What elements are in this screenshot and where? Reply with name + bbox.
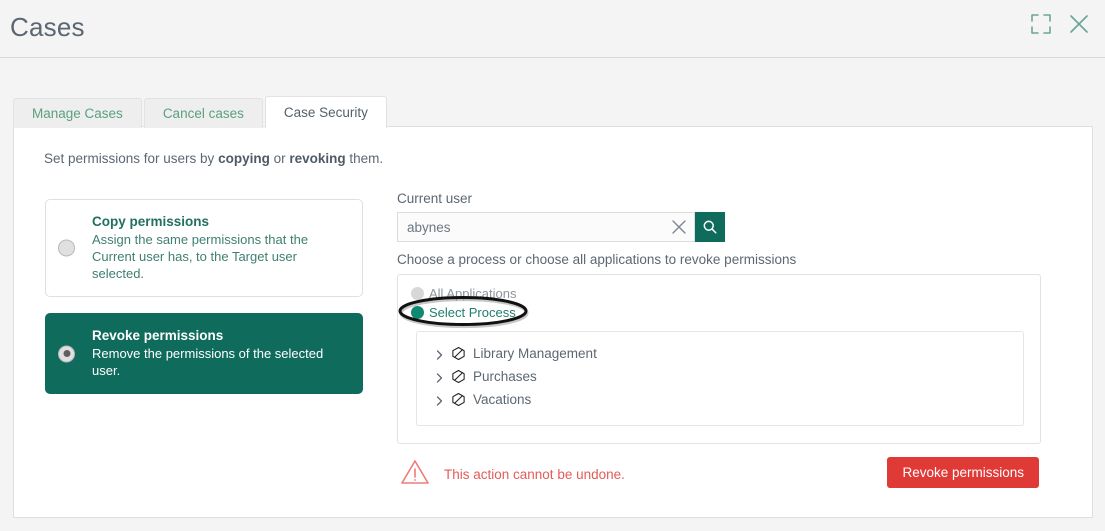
option-title: Copy permissions <box>92 214 210 229</box>
tab-cancel-cases[interactable]: Cancel cases <box>143 98 263 128</box>
package-icon <box>451 346 466 361</box>
dialog-header: Cases <box>0 0 1105 58</box>
current-user-input-wrap <box>397 212 695 242</box>
action-footer: This action cannot be undone. Revoke per… <box>397 457 1041 491</box>
current-user-label: Current user <box>397 191 473 206</box>
process-tree: Library Management Purchases Vacations <box>416 331 1024 426</box>
radio-label: All Applications <box>429 286 517 301</box>
radio-label: Select Process <box>429 305 516 320</box>
chevron-right-icon[interactable] <box>435 371 444 383</box>
chevron-right-icon[interactable] <box>435 348 444 360</box>
intro-text: Set permissions for users by copying or … <box>44 151 383 166</box>
revoke-form: Current user abynes Choose a process or … <box>397 191 1057 491</box>
option-revoke-permissions[interactable]: Revoke permissions Remove the permission… <box>45 313 363 394</box>
tab-manage-cases[interactable]: Manage Cases <box>13 98 142 128</box>
chevron-right-icon[interactable] <box>435 394 444 406</box>
option-description: Assign the same permissions that the Cur… <box>92 232 309 281</box>
tab-label: Cancel cases <box>162 106 244 121</box>
revoke-permissions-button[interactable]: Revoke permissions <box>887 457 1039 488</box>
tree-item-library-management[interactable]: Library Management <box>435 342 1023 365</box>
page-title: Cases <box>10 12 85 42</box>
current-user-search-row <box>397 212 725 242</box>
expand-icon[interactable] <box>1029 12 1053 36</box>
radio-dot <box>63 350 70 357</box>
permission-mode-options: Copy permissions Assign the same permiss… <box>45 199 363 394</box>
radio-indicator <box>411 306 424 319</box>
option-copy-permissions[interactable]: Copy permissions Assign the same permiss… <box>45 199 363 297</box>
intro-mid: or <box>269 151 290 166</box>
intro-bold-revoking: revoking <box>289 151 346 166</box>
radio-select-process[interactable]: Select Process <box>411 303 516 322</box>
package-icon <box>451 369 466 384</box>
tab-case-security[interactable]: Case Security <box>264 96 387 128</box>
warning-message: This action cannot be undone. <box>400 457 625 491</box>
tab-label: Manage Cases <box>32 106 123 121</box>
header-actions <box>1029 12 1091 36</box>
intro-prefix: Set permissions for users by <box>44 151 219 166</box>
process-help-text: Choose a process or choose all applicati… <box>397 252 797 267</box>
warning-text: This action cannot be undone. <box>444 466 625 482</box>
intro-suffix: them. <box>345 151 384 166</box>
tree-item-label: Library Management <box>473 346 597 361</box>
clear-icon[interactable] <box>670 218 688 236</box>
radio-indicator <box>411 287 424 300</box>
current-user-input[interactable] <box>398 213 694 241</box>
warning-triangle-icon <box>400 458 430 491</box>
radio-all-applications[interactable]: All Applications <box>411 284 516 303</box>
close-icon[interactable] <box>1067 12 1091 36</box>
tree-item-vacations[interactable]: Vacations <box>435 388 1023 411</box>
tab-label: Case Security <box>283 105 368 120</box>
tab-bar: Manage Cases Cancel cases Case Security <box>13 96 389 128</box>
tree-item-purchases[interactable]: Purchases <box>435 365 1023 388</box>
process-selection-panel: All Applications Select Process Library … <box>397 274 1041 444</box>
radio-copy-permissions[interactable] <box>58 239 75 257</box>
tree-item-label: Vacations <box>473 392 532 407</box>
search-button[interactable] <box>695 212 725 242</box>
option-title: Revoke permissions <box>92 328 224 343</box>
intro-bold-copying: copying <box>218 151 270 166</box>
package-icon <box>451 392 466 407</box>
scope-radio-group: All Applications Select Process <box>411 284 516 322</box>
tree-item-label: Purchases <box>473 369 537 384</box>
option-description: Remove the permissions of the selected u… <box>92 346 324 378</box>
radio-revoke-permissions[interactable] <box>58 345 75 362</box>
cases-dialog: Cases Manage Cases Cancel cases Case Sec… <box>0 0 1105 531</box>
case-security-panel: Set permissions for users by copying or … <box>13 126 1093 518</box>
